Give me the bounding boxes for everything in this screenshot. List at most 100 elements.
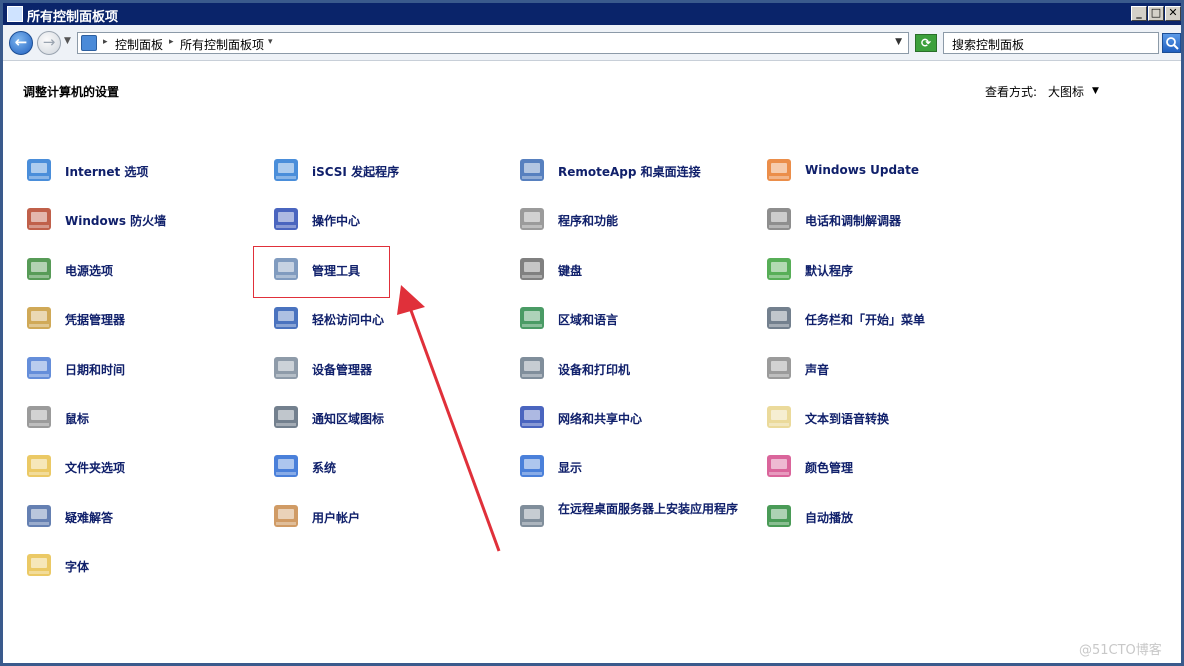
- search-input[interactable]: 搜索控制面板: [943, 32, 1159, 54]
- control-panel-item-label: 疑难解答: [65, 511, 114, 525]
- control-panel-item[interactable]: 键盘: [516, 253, 751, 287]
- control-panel-item-label: 网络和共享中心: [558, 412, 643, 426]
- address-history-chevron-icon[interactable]: ▼: [895, 37, 902, 47]
- control-panel-item-label: 操作中心: [312, 214, 361, 228]
- control-panel-item[interactable]: 声音: [763, 352, 998, 386]
- control-panel-item[interactable]: 设备和打印机: [516, 352, 751, 386]
- back-button[interactable]: ←: [9, 31, 33, 55]
- control-panel-item-label: 用户帐户: [312, 511, 361, 525]
- title-bar[interactable]: 所有控制面板项 _ □ ✕: [3, 3, 1181, 25]
- breadcrumb-separator-icon[interactable]: ▸: [169, 37, 174, 47]
- windows-update-icon: [767, 159, 791, 181]
- control-panel-item[interactable]: 区域和语言: [516, 302, 751, 336]
- control-panel-item-label: Internet 选项: [65, 165, 149, 179]
- control-panel-item-label: 设备和打印机: [558, 363, 631, 377]
- troubleshoot-icon: [27, 505, 51, 527]
- speaker-icon: [767, 357, 791, 379]
- globe-check-icon: [27, 159, 51, 181]
- control-panel-item[interactable]: 默认程序: [763, 253, 998, 287]
- page-heading: 调整计算机的设置: [23, 85, 120, 99]
- control-panel-item[interactable]: 颜色管理: [763, 450, 998, 484]
- control-panel-item[interactable]: 电源选项: [23, 253, 258, 287]
- control-panel-item-label: Windows Update: [805, 163, 920, 177]
- user-accounts-icon: [274, 505, 298, 527]
- control-panel-item[interactable]: iSCSI 发起程序: [270, 154, 505, 188]
- minimize-button[interactable]: _: [1131, 6, 1147, 21]
- printer-icon: [520, 357, 544, 379]
- control-panel-item[interactable]: 自动播放: [763, 500, 998, 534]
- color-management-icon: [767, 455, 791, 477]
- search-icon: [1166, 37, 1179, 50]
- remote-install-icon: [520, 505, 544, 527]
- refresh-button[interactable]: ⟳: [915, 34, 937, 52]
- control-panel-item[interactable]: 文件夹选项: [23, 450, 258, 484]
- control-panel-icon: [81, 35, 97, 51]
- control-panel-item[interactable]: 网络和共享中心: [516, 401, 751, 435]
- folder-check-icon: [27, 455, 51, 477]
- control-panel-item-label: 凭据管理器: [65, 313, 126, 327]
- control-panel-item[interactable]: 字体: [23, 549, 258, 583]
- control-panel-item[interactable]: 显示: [516, 450, 751, 484]
- close-button[interactable]: ✕: [1165, 6, 1181, 21]
- control-panel-item[interactable]: 凭据管理器: [23, 302, 258, 336]
- control-panel-item-label: 轻松访问中心: [312, 313, 385, 327]
- control-panel-item[interactable]: 鼠标: [23, 401, 258, 435]
- breadcrumb-separator-icon[interactable]: ▾: [268, 37, 273, 47]
- control-panel-item-label: 电源选项: [65, 264, 114, 278]
- globe-clock-icon: [520, 307, 544, 329]
- control-panel-item-label: 默认程序: [805, 264, 854, 278]
- breadcrumb-control-panel[interactable]: 控制面板: [115, 36, 163, 53]
- control-panel-item[interactable]: Internet 选项: [23, 154, 258, 188]
- autoplay-icon: [767, 505, 791, 527]
- control-panel-item-label: 声音: [805, 363, 830, 377]
- control-panel-item[interactable]: 任务栏和「开始」菜单: [763, 302, 998, 336]
- control-panel-item-label: 设备管理器: [312, 363, 373, 377]
- search-button[interactable]: [1162, 33, 1181, 53]
- taskbar-icon: [767, 307, 791, 329]
- control-panel-item[interactable]: RemoteApp 和桌面连接: [516, 154, 751, 188]
- control-panel-window: 所有控制面板项 _ □ ✕ ← → ▼ ▸ 控制面板 ▸ 所有控制面板项 ▾ ▼…: [0, 0, 1184, 666]
- phone-modem-icon: [767, 208, 791, 230]
- vault-icon: [27, 307, 51, 329]
- address-bar[interactable]: ▸ 控制面板 ▸ 所有控制面板项 ▾ ▼: [77, 32, 909, 54]
- speech-bubble-icon: [767, 406, 791, 428]
- breadcrumb-all-items[interactable]: 所有控制面板项: [180, 36, 264, 53]
- control-panel-app-icon: [7, 6, 23, 22]
- control-panel-item[interactable]: 程序和功能: [516, 203, 751, 237]
- maximize-button[interactable]: □: [1148, 6, 1164, 21]
- forward-button[interactable]: →: [37, 31, 61, 55]
- view-by-dropdown[interactable]: 大图标: [1048, 83, 1084, 100]
- control-panel-item-label: 显示: [558, 461, 583, 475]
- control-panel-item-label: 日期和时间: [65, 363, 126, 377]
- accessibility-icon: [274, 307, 298, 329]
- control-panel-item[interactable]: 在远程桌面服务器上安装应用程序: [516, 500, 751, 534]
- mouse-icon: [27, 406, 51, 428]
- notification-area-icon: [274, 406, 298, 428]
- control-panel-item[interactable]: 文本到语音转换: [763, 401, 998, 435]
- view-by-label: 查看方式:: [985, 85, 1038, 99]
- search-placeholder: 搜索控制面板: [952, 38, 1025, 52]
- control-panel-item-label: 键盘: [558, 264, 583, 278]
- control-panel-item[interactable]: 电话和调制解调器: [763, 203, 998, 237]
- control-panel-item-label: 文本到语音转换: [805, 412, 890, 426]
- window-title: 所有控制面板项: [27, 10, 119, 25]
- control-panel-item[interactable]: 日期和时间: [23, 352, 258, 386]
- font-folder-icon: [27, 554, 51, 576]
- view-by-chevron-icon[interactable]: ▼: [1092, 86, 1099, 96]
- annotation-arrow-icon: [397, 285, 501, 552]
- control-panel-item[interactable]: Windows 防火墙: [23, 203, 258, 237]
- battery-plug-icon: [27, 258, 51, 280]
- control-panel-item-label: 文件夹选项: [65, 461, 126, 475]
- remoteapp-icon: [520, 159, 544, 181]
- annotation-highlight-box: [253, 246, 390, 298]
- network-icon: [520, 406, 544, 428]
- control-panel-item[interactable]: 操作中心: [270, 203, 505, 237]
- control-panel-item-label: 通知区域图标: [312, 412, 385, 426]
- recent-pages-chevron-icon[interactable]: ▼: [64, 36, 71, 46]
- display-icon: [520, 455, 544, 477]
- control-panel-item-label: 颜色管理: [805, 461, 854, 475]
- control-panel-item[interactable]: Windows Update: [763, 154, 998, 188]
- breadcrumb-separator-icon[interactable]: ▸: [103, 37, 108, 47]
- control-panel-item[interactable]: 疑难解答: [23, 500, 258, 534]
- control-panel-item-label: 电话和调制解调器: [805, 214, 902, 228]
